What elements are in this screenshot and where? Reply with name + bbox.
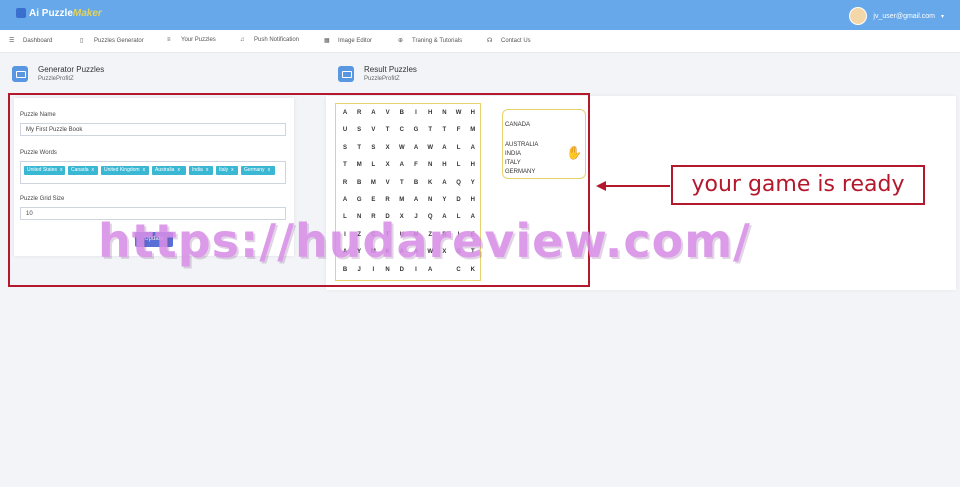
list-icon: ≡ xyxy=(167,37,171,43)
headset-icon: ☊ xyxy=(487,38,493,44)
result-header: Result Puzzles PuzzleProfitZ xyxy=(338,65,417,82)
main-nav: ☰ Dashboard ▯ Puzzles Generator ≡ Your Puzz… xyxy=(0,30,960,53)
nav-your-puzzles[interactable]: ≡ Your Puzzles xyxy=(167,37,216,43)
callout-text: your game is ready xyxy=(671,165,925,205)
arrow-line xyxy=(604,185,670,187)
nav-dashboard[interactable]: ☰ Dashboard xyxy=(9,37,52,45)
card-icon xyxy=(338,65,354,82)
card-icon xyxy=(12,65,28,82)
chevron-down-icon: ▾ xyxy=(940,13,944,20)
result-subtitle: PuzzleProfitZ xyxy=(364,76,400,82)
phone-icon: ▯ xyxy=(80,38,84,44)
user-email: jv_user@gmail.com xyxy=(873,12,935,20)
watermark: https://hudareview.com/ xyxy=(98,214,751,268)
top-bar: Ai PuzzleMaker jv_user@gmail.com ▾ xyxy=(0,0,960,30)
generator-subtitle: PuzzleProfitZ xyxy=(38,76,74,82)
logo-icon xyxy=(16,8,26,19)
app-logo[interactable]: Ai PuzzleMaker xyxy=(16,8,102,19)
arrow-left-icon xyxy=(596,181,606,191)
nav-push-notification[interactable]: ♫ Push Notification xyxy=(240,37,299,43)
nav-training-tutorials[interactable]: ⊕ Traning & Tutorials xyxy=(398,37,462,45)
nav-image-editor[interactable]: ▦ Image Editor xyxy=(324,37,372,45)
user-menu[interactable]: jv_user@gmail.com ▾ xyxy=(849,7,944,25)
nav-puzzles-generator[interactable]: ▯ Puzzles Generator xyxy=(80,37,144,45)
avatar xyxy=(849,7,868,25)
nav-contact-us[interactable]: ☊ Contact Us xyxy=(487,37,531,45)
generator-header: Generator Puzzles PuzzleProfitZ xyxy=(12,65,104,82)
image-icon: ▦ xyxy=(324,38,330,44)
bell-icon: ♫ xyxy=(240,37,245,43)
menu-icon: ☰ xyxy=(9,38,15,44)
generator-title: Generator Puzzles xyxy=(38,65,105,74)
plus-circle-icon: ⊕ xyxy=(398,38,404,44)
result-title: Result Puzzles xyxy=(364,65,417,74)
